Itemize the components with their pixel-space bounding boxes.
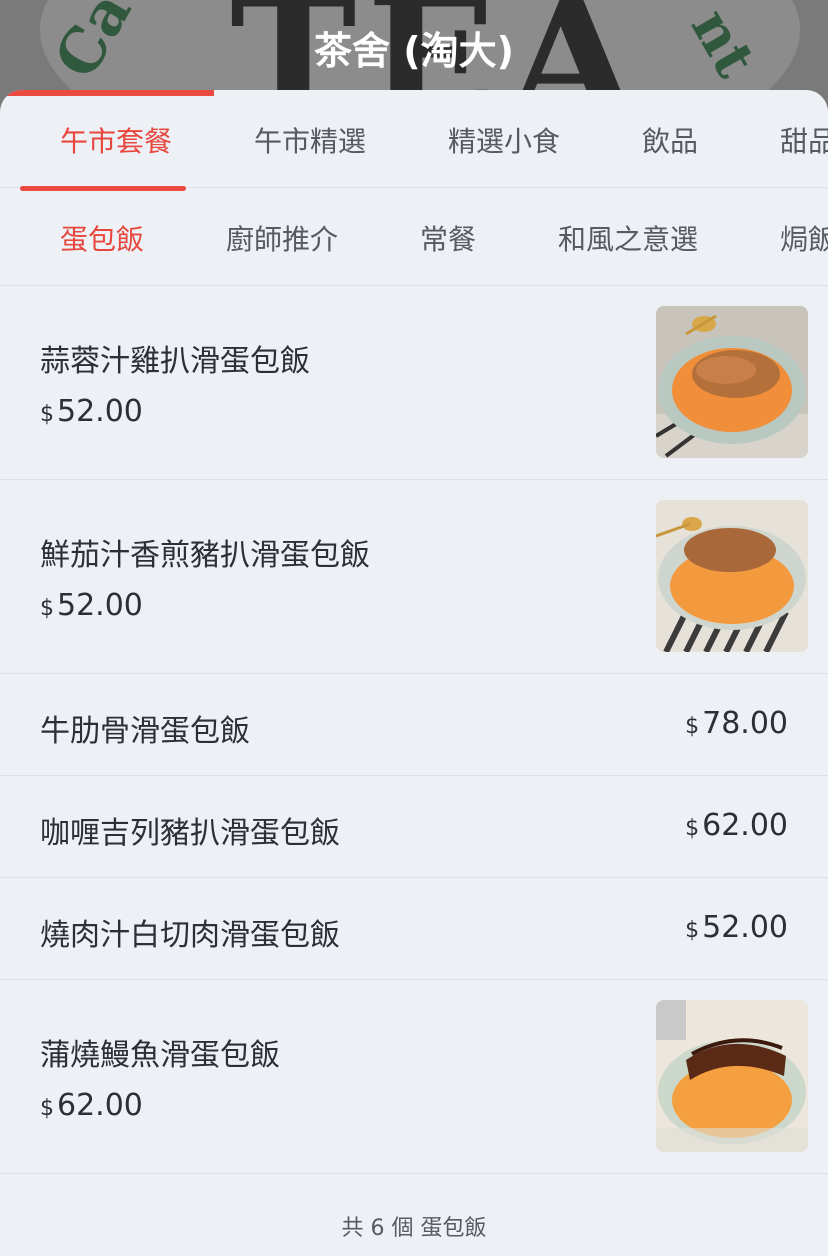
item-name: 蒜蓉汁雞扒滑蛋包飯: [40, 344, 310, 379]
item-price: $52.00: [40, 394, 143, 429]
item-price: $62.00: [685, 808, 788, 843]
item-name: 燒肉汁白切肉滑蛋包飯: [40, 918, 340, 953]
price-value: 52.00: [702, 910, 788, 945]
tab-snacks[interactable]: 精選小食: [448, 120, 560, 160]
tab-lunch-set[interactable]: 午市套餐: [60, 120, 172, 160]
list-item[interactable]: 蒜蓉汁雞扒滑蛋包飯 $52.00: [0, 286, 828, 480]
subtab-regular-set[interactable]: 常餐: [420, 218, 476, 258]
item-count-footer: 共 6 個 蛋包飯: [341, 1216, 487, 1241]
price-value: 78.00: [702, 706, 788, 741]
list-item[interactable]: 牛肋骨滑蛋包飯 $78.00: [0, 674, 828, 776]
tab-top-accent: [0, 90, 214, 96]
dish-image[interactable]: [656, 1000, 808, 1152]
tab-desserts[interactable]: 甜品: [780, 120, 828, 160]
menu-list: 蒜蓉汁雞扒滑蛋包飯 $52.00 鮮茄汁香煎豬扒滑蛋包飯 $52.00 牛肋骨滑…: [0, 286, 828, 1174]
currency-symbol: $: [685, 816, 700, 841]
tab-drinks[interactable]: 飲品: [642, 120, 698, 160]
list-item[interactable]: 鮮茄汁香煎豬扒滑蛋包飯 $52.00: [0, 480, 828, 674]
currency-symbol: $: [40, 402, 54, 427]
currency-symbol: $: [685, 918, 700, 943]
item-name: 咖喱吉列豬扒滑蛋包飯: [40, 816, 340, 851]
item-name: 鮮茄汁香煎豬扒滑蛋包飯: [40, 538, 370, 573]
item-price: $52.00: [685, 910, 788, 945]
item-price: $62.00: [40, 1088, 143, 1123]
item-name: 牛肋骨滑蛋包飯: [40, 714, 250, 749]
item-price: $52.00: [40, 588, 143, 623]
currency-symbol: $: [40, 1096, 54, 1121]
price-value: 62.00: [57, 1088, 143, 1123]
list-item[interactable]: 咖喱吉列豬扒滑蛋包飯 $62.00: [0, 776, 828, 878]
price-value: 62.00: [702, 808, 788, 843]
subcategory-tabs: 蛋包飯 廚師推介 常餐 和風之意選 焗飯: [0, 188, 828, 286]
dish-image[interactable]: [656, 306, 808, 458]
menu-sheet: 午市套餐 午市精選 精選小食 飲品 甜品 蛋包飯 廚師推介 常餐 和風之意選 焗…: [0, 90, 828, 1256]
tab-lunch-selection[interactable]: 午市精選: [254, 120, 366, 160]
subtab-baked-rice[interactable]: 焗飯: [780, 218, 828, 258]
item-price: $78.00: [685, 706, 788, 741]
item-name: 蒲燒鰻魚滑蛋包飯: [40, 1038, 280, 1073]
category-tabs: 午市套餐 午市精選 精選小食 飲品 甜品: [0, 90, 828, 191]
currency-symbol: $: [40, 596, 54, 621]
subtab-japanese-style[interactable]: 和風之意選: [558, 218, 698, 258]
price-value: 52.00: [57, 394, 143, 429]
store-title: 茶舍 (淘大): [314, 29, 514, 73]
price-value: 52.00: [57, 588, 143, 623]
list-item[interactable]: 蒲燒鰻魚滑蛋包飯 $62.00: [0, 980, 828, 1174]
list-item[interactable]: 燒肉汁白切肉滑蛋包飯 $52.00: [0, 878, 828, 980]
currency-symbol: $: [685, 714, 700, 739]
subtab-chef-recommend[interactable]: 廚師推介: [226, 218, 338, 258]
dish-image[interactable]: [656, 500, 808, 652]
subtab-omelette-rice[interactable]: 蛋包飯: [60, 218, 144, 258]
